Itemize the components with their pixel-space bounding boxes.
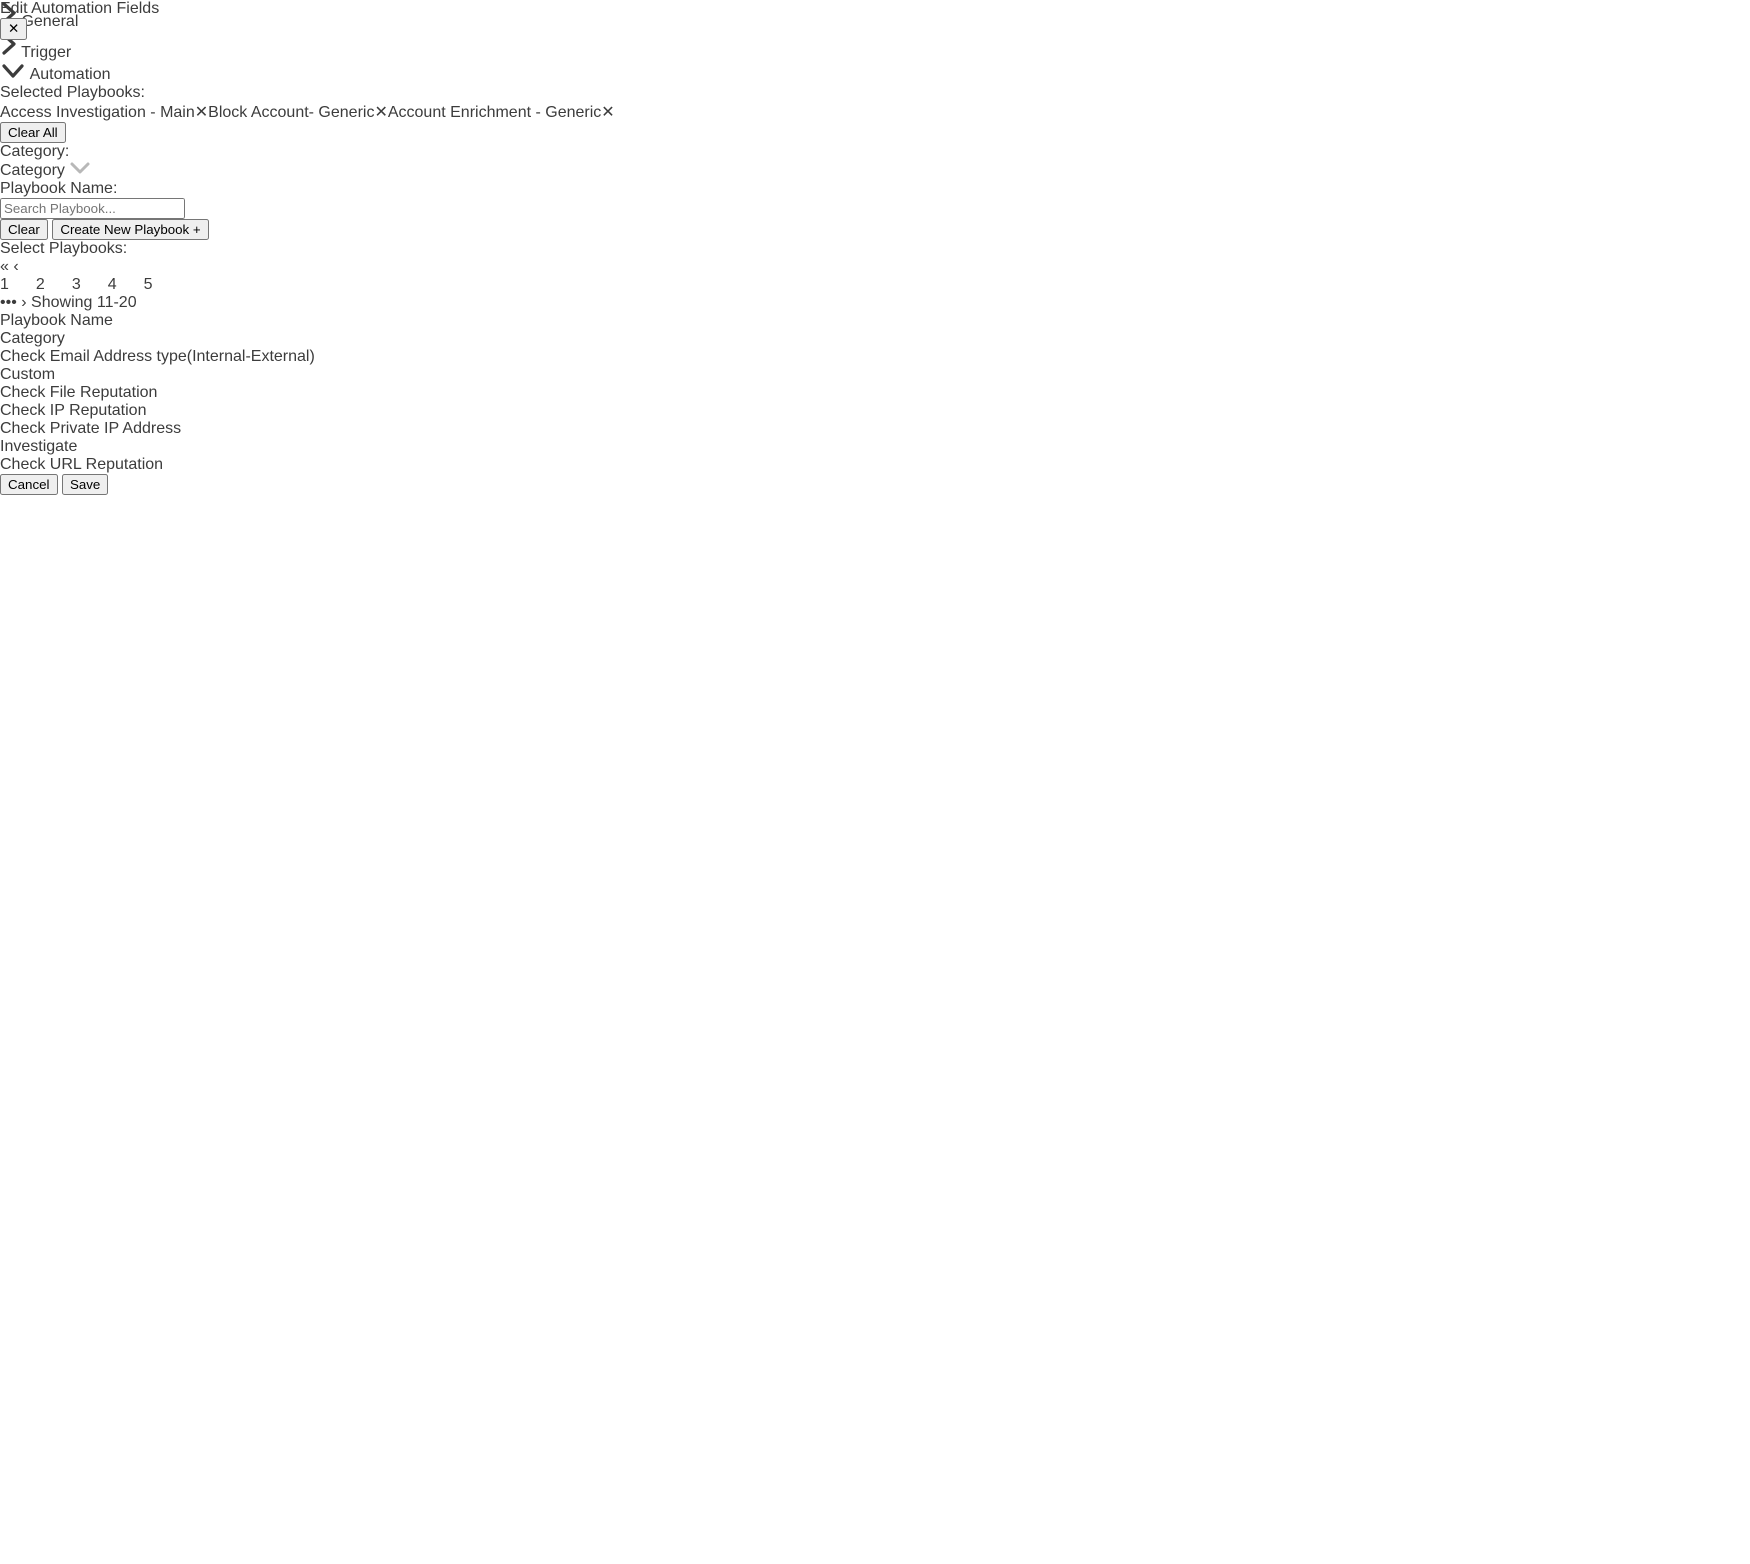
- automation-section-content: Selected Playbooks: Access Investigation…: [0, 84, 1750, 474]
- cell-category: Custom: [0, 366, 1750, 384]
- modal-header: Edit Automation Fields ✕: [0, 0, 1750, 107]
- page-number-5[interactable]: 5: [144, 276, 153, 294]
- close-icon[interactable]: ✕: [0, 18, 27, 40]
- table-row[interactable]: Check IP Reputation: [0, 402, 1750, 420]
- column-header-category: Category: [0, 330, 1750, 348]
- first-page-button[interactable]: «: [0, 258, 9, 275]
- cell-playbook-name: Check Private IP Address: [0, 420, 1750, 438]
- modal-footer: Cancel Save: [0, 474, 1750, 495]
- page-number-2[interactable]: 2: [36, 276, 45, 294]
- search-playbook-input[interactable]: [0, 198, 185, 219]
- cell-playbook-name: Check Email Address type(Internal-Extern…: [0, 348, 1750, 366]
- save-button[interactable]: Save: [62, 474, 108, 495]
- page-number-4[interactable]: 4: [108, 276, 117, 294]
- create-new-playbook-button[interactable]: Create New Playbook +: [52, 219, 208, 240]
- next-page-button[interactable]: ›: [21, 294, 26, 311]
- playbook-name-label: Playbook Name:: [0, 180, 1750, 198]
- cell-playbook-name: Check File Reputation: [0, 384, 1750, 402]
- playbook-name-filter: Playbook Name:: [0, 180, 1750, 219]
- prev-page-button[interactable]: ‹: [13, 258, 18, 275]
- cancel-button[interactable]: Cancel: [0, 474, 58, 495]
- selected-playbooks-box: Access Investigation - Main✕Block Accoun…: [0, 102, 1750, 143]
- cell-playbook-name: Check IP Reputation: [0, 402, 1750, 420]
- category-select[interactable]: Category: [0, 161, 1750, 180]
- page-number-3[interactable]: 3: [72, 276, 81, 294]
- table-row[interactable]: Check Email Address type(Internal-Extern…: [0, 348, 1750, 384]
- category-label: Category:: [0, 143, 1750, 161]
- playbooks-table: « ‹ 1 2 3 4 5 ••• › Showing 11-20 Playbook N…: [0, 258, 1750, 474]
- category-filter: Category: Category: [0, 143, 1750, 180]
- chevron-down-icon: [69, 162, 91, 179]
- table-row[interactable]: Check Private IP AddressInvestigate: [0, 420, 1750, 456]
- table-header-row: Playbook Name Category: [0, 312, 1750, 348]
- clear-button[interactable]: Clear: [0, 219, 48, 240]
- page-title: Edit Automation Fields: [0, 0, 1750, 18]
- pagination: « ‹ 1 2 3 4 5 ••• › Showing 11-20: [0, 258, 1750, 312]
- page-number-list: 1 2 3 4 5: [0, 276, 1750, 294]
- ellipsis-icon: •••: [0, 294, 17, 311]
- select-playbooks-label: Select Playbooks:: [0, 240, 1750, 258]
- playbook-filter-row: Category: Category Playbook Name: Clear …: [0, 143, 1750, 240]
- table-row[interactable]: Check URL Reputation: [0, 456, 1750, 474]
- page-number-1[interactable]: 1: [0, 276, 9, 294]
- cell-playbook-name: Check URL Reputation: [0, 456, 1750, 474]
- column-header-playbook-name: Playbook Name: [0, 312, 1750, 330]
- table-row[interactable]: Check File Reputation: [0, 384, 1750, 402]
- table-body: Check Email Address type(Internal-Extern…: [0, 348, 1750, 474]
- clear-all-button[interactable]: Clear All: [0, 122, 66, 143]
- showing-range-label: Showing 11-20: [31, 294, 137, 311]
- cell-category: Investigate: [0, 438, 1750, 456]
- category-select-value: Category: [0, 162, 65, 179]
